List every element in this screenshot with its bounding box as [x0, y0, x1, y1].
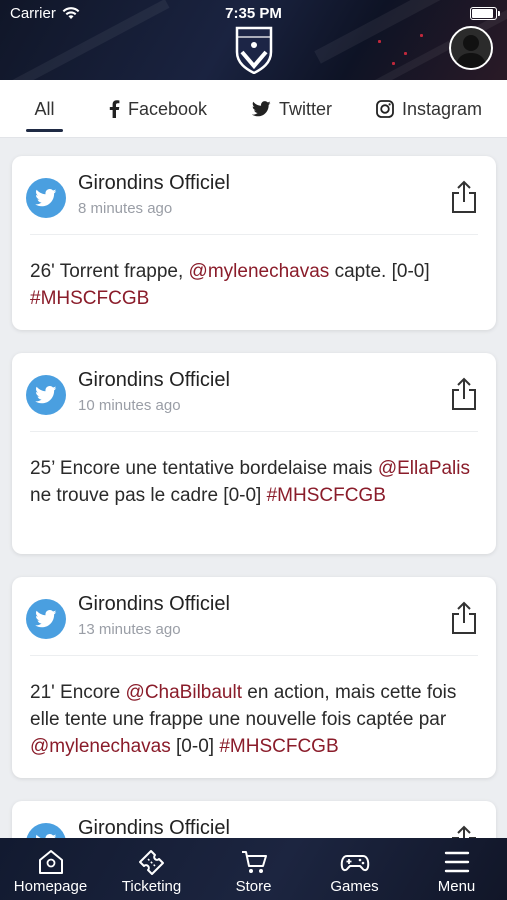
post-author[interactable]: Girondins Officiel: [78, 172, 230, 195]
post-author[interactable]: Girondins Officiel: [78, 593, 230, 616]
ticket-icon: [138, 850, 164, 875]
twitter-icon: [252, 101, 271, 117]
nav-ticketing-label: Ticketing: [121, 878, 182, 895]
share-icon[interactable]: [450, 825, 478, 838]
menu-icon: [444, 851, 469, 873]
post-mention-link[interactable]: #MHSCFCGB: [267, 485, 386, 506]
nav-store[interactable]: Store: [203, 838, 304, 900]
twitter-icon: [26, 599, 66, 639]
post-text-segment: ne trouve pas le cadre [0-0]: [30, 485, 267, 506]
nav-games-label: Games: [330, 878, 379, 895]
home-icon: [38, 850, 63, 874]
status-bar: Carrier 7:35 PM: [0, 0, 507, 28]
tab-instagram[interactable]: Instagram: [376, 80, 482, 138]
tab-instagram-label: Instagram: [402, 98, 483, 119]
post-text: 26' Torrent frappe, @mylenechavas capte.…: [30, 258, 478, 312]
post-card[interactable]: Girondins Officiel 10 minutes ago 25’ En…: [12, 353, 496, 554]
header-decoration: [404, 52, 407, 55]
post-divider: [30, 431, 478, 432]
post-text-segment: 25’ Encore une tentative bordelaise mais: [30, 458, 378, 479]
twitter-icon: [26, 823, 66, 838]
post-author[interactable]: Girondins Officiel: [78, 369, 230, 392]
post-timestamp: 8 minutes ago: [78, 200, 173, 217]
app-header: Carrier 7:35 PM: [0, 0, 507, 80]
nav-store-label: Store: [235, 878, 272, 895]
share-icon[interactable]: [450, 601, 478, 635]
bottom-navigation: Homepage Ticketing Store Games Menu: [0, 838, 507, 900]
post-card[interactable]: Girondins Officiel 8 minutes ago 26' Tor…: [12, 156, 496, 330]
nav-menu[interactable]: Menu: [406, 838, 507, 900]
twitter-icon: [26, 375, 66, 415]
social-feed[interactable]: Girondins Officiel 8 minutes ago 26' Tor…: [0, 138, 507, 838]
post-divider: [30, 655, 478, 656]
tab-all-label: All: [34, 98, 55, 119]
header-decoration: [392, 62, 395, 65]
share-icon[interactable]: [450, 180, 478, 214]
post-mention-link[interactable]: @mylenechavas: [30, 736, 171, 757]
post-timestamp: 13 minutes ago: [78, 621, 181, 638]
profile-avatar[interactable]: [449, 26, 493, 70]
tab-facebook-label: Facebook: [128, 98, 208, 119]
nav-homepage[interactable]: Homepage: [0, 838, 101, 900]
post-card[interactable]: Girondins Officiel 13 minutes ago 21' En…: [12, 577, 496, 778]
instagram-icon: [376, 100, 394, 118]
post-text-segment: 21' Encore: [30, 682, 126, 703]
post-mention-link[interactable]: @EllaPalis: [378, 458, 470, 479]
user-silhouette-icon: [455, 35, 487, 68]
club-crest-logo[interactable]: [234, 26, 274, 74]
post-mention-link[interactable]: #MHSCFCGB: [30, 288, 149, 309]
post-author[interactable]: Girondins Officiel: [78, 817, 230, 838]
battery-icon: [470, 7, 500, 20]
post-text: 21' Encore @ChaBilbault en action, mais …: [30, 679, 478, 760]
status-time: 7:35 PM: [225, 5, 282, 22]
tab-twitter-label: Twitter: [279, 98, 333, 119]
post-text-segment: capte. [0-0]: [329, 261, 430, 282]
post-mention-link[interactable]: @ChaBilbault: [126, 682, 242, 703]
tab-facebook[interactable]: Facebook: [109, 80, 207, 138]
nav-menu-label: Menu: [437, 878, 476, 895]
nav-homepage-label: Homepage: [13, 878, 88, 895]
tab-twitter[interactable]: Twitter: [252, 80, 332, 138]
header-decoration: [378, 40, 381, 43]
nav-games[interactable]: Games: [304, 838, 405, 900]
feed-filter-tabs: All Facebook Twitter Instagram: [0, 80, 507, 138]
post-mention-link[interactable]: @mylenechavas: [189, 261, 330, 282]
post-card[interactable]: Girondins Officiel: [12, 801, 496, 838]
facebook-icon: [109, 100, 120, 118]
nav-ticketing[interactable]: Ticketing: [101, 838, 202, 900]
tab-all[interactable]: All: [26, 80, 63, 138]
post-text-segment: [0-0]: [170, 736, 220, 757]
post-timestamp: 10 minutes ago: [78, 397, 181, 414]
twitter-icon: [26, 178, 66, 218]
post-mention-link[interactable]: #MHSCFCGB: [219, 736, 338, 757]
post-text: 25’ Encore une tentative bordelaise mais…: [30, 455, 478, 509]
gamepad-icon: [340, 855, 369, 872]
share-icon[interactable]: [450, 377, 478, 411]
cart-icon: [241, 851, 267, 873]
post-text-segment: 26' Torrent frappe,: [30, 261, 189, 282]
post-divider: [30, 234, 478, 235]
header-decoration: [420, 34, 423, 37]
